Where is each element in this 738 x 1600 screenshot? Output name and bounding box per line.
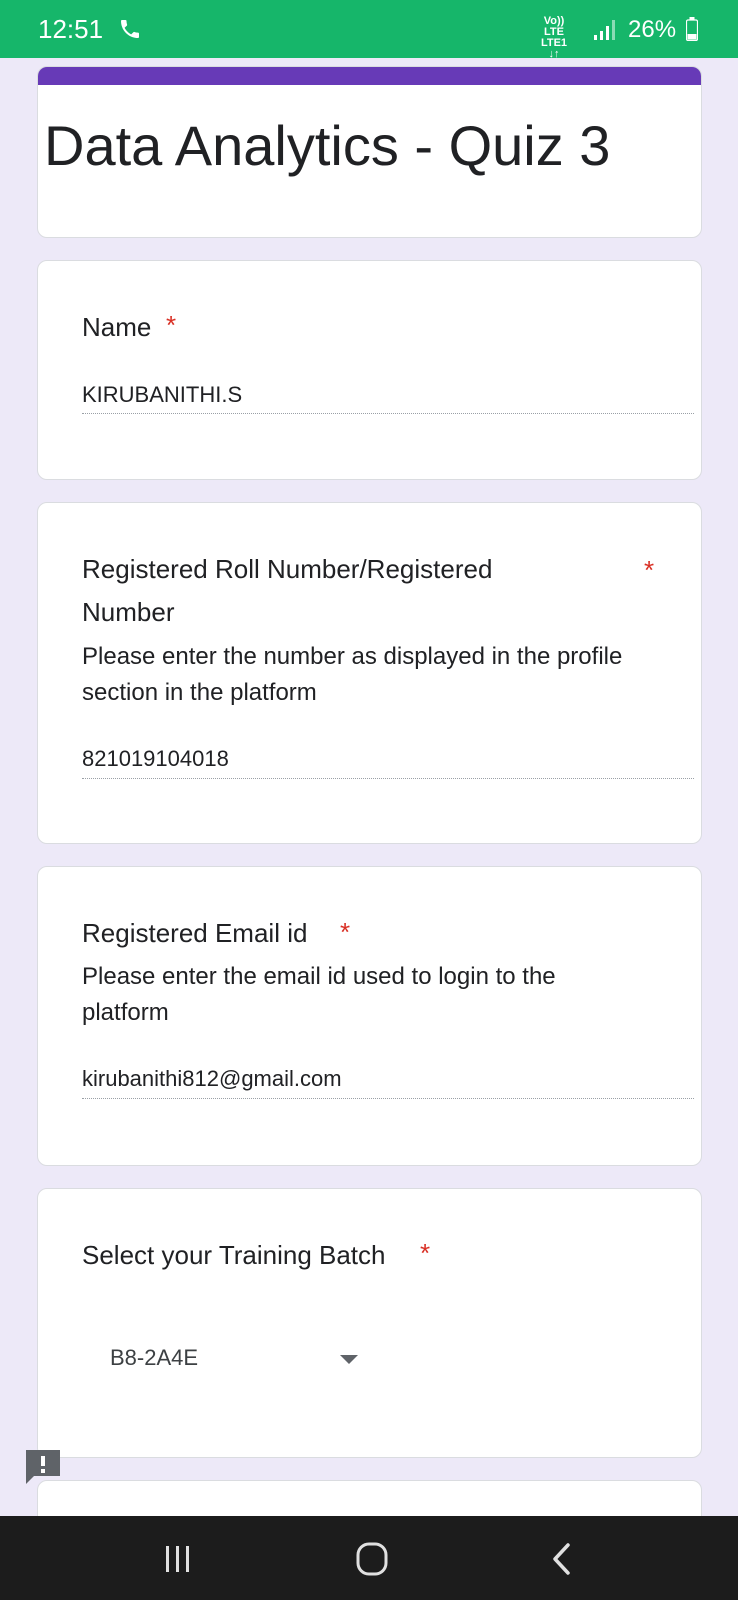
battery-percent: 26% (628, 16, 677, 43)
question-label: Name (82, 312, 152, 342)
question-title-name: Name (82, 305, 151, 349)
answer-underline (82, 1098, 694, 1099)
battery-icon (686, 17, 698, 41)
answer-underline (82, 778, 694, 779)
question-card-roll-number: Registered Roll Number/Registered Number… (37, 502, 702, 844)
question-card-name: Name * KIRUBANITHI.S (37, 260, 702, 480)
status-bar: 12:51 Vo)) LTE LTE1 ↓↑ 26% (0, 0, 738, 60)
network-indicator: Vo)) LTE LTE1 ↓↑ (534, 16, 574, 60)
question-title-email: Registered Email id (82, 918, 308, 948)
network-line-1: Vo)) LTE (543, 15, 565, 38)
question-title-roll-line1: Registered Roll Number/Registered (82, 554, 493, 584)
email-answer[interactable]: kirubanithi812@gmail.com (82, 1065, 342, 1093)
back-icon[interactable] (550, 1542, 574, 1576)
required-asterisk: * (644, 555, 655, 585)
roll-number-answer[interactable]: 821019104018 (82, 745, 229, 773)
answer-underline (82, 413, 694, 414)
question-description-email: Please enter the email id used to login … (82, 963, 556, 1026)
question-card-email: Registered Email id * Please enter the e… (37, 866, 702, 1166)
signal-icon (594, 20, 615, 40)
system-nav-bar (0, 1516, 738, 1600)
home-icon[interactable] (356, 1542, 388, 1576)
form-title: Data Analytics - Quiz 3 (44, 114, 611, 177)
name-answer[interactable]: KIRUBANITHI.S (82, 381, 242, 409)
required-asterisk: * (340, 917, 351, 947)
batch-selected-value: B8-2A4E (110, 1345, 199, 1370)
question-title-batch: Select your Training Batch (82, 1240, 386, 1270)
chevron-down-icon (340, 1355, 358, 1364)
required-asterisk: * (166, 310, 177, 340)
status-time: 12:51 (38, 14, 104, 44)
form-accent-bar (38, 67, 701, 85)
question-description-roll: Please enter the number as displayed in … (82, 643, 623, 706)
required-asterisk: * (420, 1238, 431, 1268)
recents-icon[interactable] (164, 1544, 192, 1574)
network-line-2: LTE1 ↓↑ (540, 37, 568, 60)
phone-icon (121, 20, 139, 38)
feedback-icon[interactable] (24, 1448, 62, 1486)
question-title-roll-line2: Number (82, 597, 175, 627)
question-card-batch: Select your Training Batch * B8-2A4E (37, 1188, 702, 1458)
batch-dropdown[interactable]: B8-2A4E (110, 1339, 370, 1379)
